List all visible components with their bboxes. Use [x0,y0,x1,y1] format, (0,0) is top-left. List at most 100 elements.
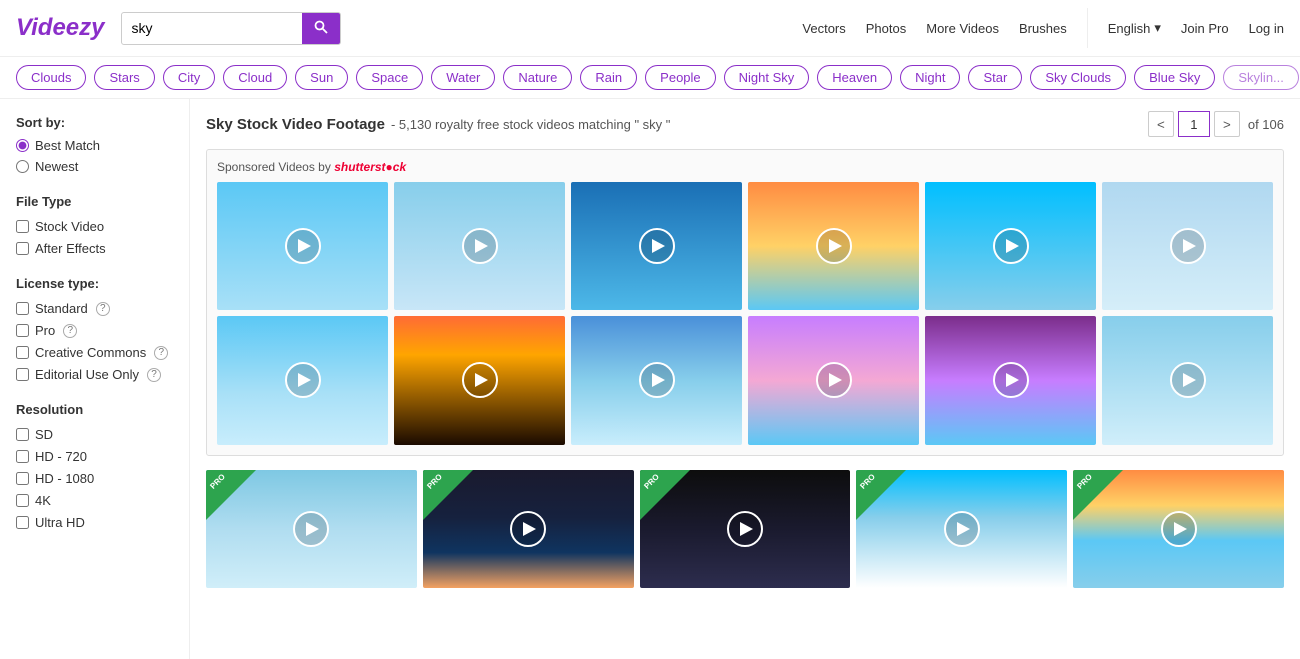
res-hd720[interactable]: HD - 720 [16,449,173,464]
sponsored-video-12[interactable] [1102,316,1273,444]
tag-skyline[interactable]: Skylin... [1223,65,1299,90]
standard-checkbox[interactable] [16,302,29,315]
sort-newest-label: Newest [35,159,78,174]
cc-help-icon[interactable]: ? [154,346,168,360]
license-creative-commons[interactable]: Creative Commons ? [16,345,173,360]
login-link[interactable]: Log in [1249,21,1284,36]
video-card-5[interactable]: PRO [1073,470,1284,589]
play-icon-10 [829,373,842,387]
video-card-2[interactable]: PRO [423,470,634,589]
editorial-help-icon[interactable]: ? [147,368,161,382]
nav-more-videos[interactable]: More Videos [926,21,999,36]
tag-stars[interactable]: Stars [94,65,154,90]
sponsored-video-9[interactable] [571,316,742,444]
tag-nature[interactable]: Nature [503,65,572,90]
tag-night[interactable]: Night [900,65,960,90]
4k-checkbox[interactable] [16,494,29,507]
tag-water[interactable]: Water [431,65,495,90]
language-selector[interactable]: English ▾ [1108,20,1161,36]
prev-page-button[interactable]: < [1148,111,1174,137]
play-button-4[interactable] [816,228,852,264]
res-4k[interactable]: 4K [16,493,173,508]
sponsored-video-3[interactable] [571,182,742,310]
play-button-10[interactable] [816,362,852,398]
sponsored-video-10[interactable] [748,316,919,444]
join-pro-link[interactable]: Join Pro [1181,21,1229,36]
tag-space[interactable]: Space [356,65,423,90]
tag-star[interactable]: Star [968,65,1022,90]
license-editorial[interactable]: Editorial Use Only ? [16,367,173,382]
tag-night-sky[interactable]: Night Sky [724,65,810,90]
pro-help-icon[interactable]: ? [63,324,77,338]
hd720-checkbox[interactable] [16,450,29,463]
tag-blue-sky[interactable]: Blue Sky [1134,65,1215,90]
video-card-3[interactable]: PRO [640,470,851,589]
play-button-card-5[interactable] [1161,511,1197,547]
video-card-4[interactable]: PRO [856,470,1067,589]
tag-people[interactable]: People [645,65,715,90]
stock-video-checkbox[interactable] [16,220,29,233]
play-icon-3 [652,239,665,253]
license-standard[interactable]: Standard ? [16,301,173,316]
play-button-6[interactable] [1170,228,1206,264]
ultra-hd-checkbox[interactable] [16,516,29,529]
sponsored-video-1[interactable] [217,182,388,310]
hd1080-checkbox[interactable] [16,472,29,485]
sponsored-video-6[interactable] [1102,182,1273,310]
total-pages: of 106 [1248,117,1284,132]
pro-badge-4: PRO [856,470,906,520]
search-button[interactable] [302,13,340,44]
sort-best-match[interactable]: Best Match [16,138,173,153]
tag-rain[interactable]: Rain [580,65,637,90]
logo[interactable]: Videezy [16,14,105,42]
tag-clouds[interactable]: Clouds [16,65,86,90]
play-button-8[interactable] [462,362,498,398]
file-type-after-effects[interactable]: After Effects [16,241,173,256]
nav-vectors[interactable]: Vectors [802,21,845,36]
next-page-button[interactable]: > [1214,111,1240,137]
play-button-5[interactable] [993,228,1029,264]
res-ultra-hd[interactable]: Ultra HD [16,515,173,530]
sd-checkbox[interactable] [16,428,29,441]
play-button-card-3[interactable] [727,511,763,547]
nav-brushes[interactable]: Brushes [1019,21,1067,36]
play-button-7[interactable] [285,362,321,398]
editorial-checkbox[interactable] [16,368,29,381]
tag-sun[interactable]: Sun [295,65,348,90]
stock-video-label: Stock Video [35,219,104,234]
play-button-card-2[interactable] [510,511,546,547]
play-button-card-4[interactable] [944,511,980,547]
after-effects-checkbox[interactable] [16,242,29,255]
sort-newest-radio[interactable] [16,160,29,173]
sort-newest[interactable]: Newest [16,159,173,174]
file-type-stock-video[interactable]: Stock Video [16,219,173,234]
tag-heaven[interactable]: Heaven [817,65,892,90]
video-card-1[interactable]: PRO [206,470,417,589]
standard-help-icon[interactable]: ? [96,302,110,316]
play-button-card-1[interactable] [293,511,329,547]
nav-photos[interactable]: Photos [866,21,906,36]
license-pro[interactable]: Pro ? [16,323,173,338]
sort-best-match-radio[interactable] [16,139,29,152]
cc-checkbox[interactable] [16,346,29,359]
play-button-3[interactable] [639,228,675,264]
play-button-2[interactable] [462,228,498,264]
sponsored-video-5[interactable] [925,182,1096,310]
sponsored-video-8[interactable] [394,316,565,444]
res-hd1080[interactable]: HD - 1080 [16,471,173,486]
sponsored-video-11[interactable] [925,316,1096,444]
play-button-11[interactable] [993,362,1029,398]
sponsored-video-4[interactable] [748,182,919,310]
pro-checkbox[interactable] [16,324,29,337]
tag-cloud[interactable]: Cloud [223,65,287,90]
sponsored-video-7[interactable] [217,316,388,444]
sponsored-video-2[interactable] [394,182,565,310]
tag-sky-clouds[interactable]: Sky Clouds [1030,65,1126,90]
res-sd[interactable]: SD [16,427,173,442]
search-input[interactable] [122,14,302,42]
play-button-1[interactable] [285,228,321,264]
play-button-12[interactable] [1170,362,1206,398]
main-layout: Sort by: Best Match Newest File Type Sto… [0,99,1300,659]
tag-city[interactable]: City [163,65,215,90]
play-button-9[interactable] [639,362,675,398]
